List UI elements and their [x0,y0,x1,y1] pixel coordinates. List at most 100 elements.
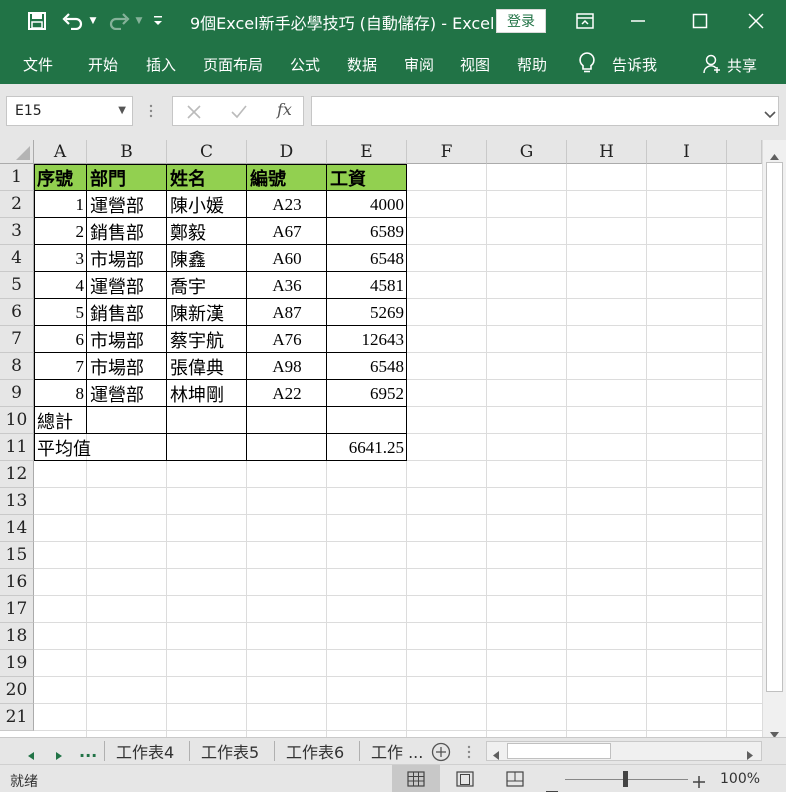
cell-e6[interactable]: 5269 [327,299,407,326]
row-header-2[interactable]: 2 [0,191,34,218]
row-header-19[interactable]: 19 [0,650,34,677]
share-button[interactable]: 共享 [727,55,757,76]
row-header-13[interactable]: 13 [0,488,34,515]
horizontal-scrollbar[interactable] [486,741,762,761]
row-header-17[interactable]: 17 [0,596,34,623]
scroll-left-icon[interactable] [492,746,500,765]
row-header-20[interactable]: 20 [0,677,34,704]
cell-b3[interactable]: 銷售部 [87,218,167,245]
cell-a3[interactable]: 2 [34,218,87,245]
maximize-icon[interactable] [686,6,714,36]
sheet-tab-6[interactable]: 工作表6 [286,739,344,763]
ribbon-display-options-icon[interactable] [572,6,598,36]
cancel-x-icon[interactable] [187,104,201,123]
column-header-f[interactable]: F [407,140,487,164]
page-break-view-icon[interactable] [506,771,524,791]
cell-a11-average-label[interactable]: 平均值 [34,434,167,461]
undo-dropdown-icon[interactable]: ▼ [88,6,98,36]
cell-d4[interactable]: A60 [247,245,327,272]
cell-d2[interactable]: A23 [247,191,327,218]
column-header-c[interactable]: C [167,140,247,164]
cell-b4[interactable]: 市場部 [87,245,167,272]
cell-b8[interactable]: 市場部 [87,353,167,380]
column-header-j[interactable] [727,140,762,164]
cell-a7[interactable]: 6 [34,326,87,353]
column-header-b[interactable]: B [87,140,167,164]
worksheet-grid[interactable]: A B C D E F G H I 1 2 3 4 5 6 7 8 9 10 1… [0,140,762,737]
tell-me-search[interactable]: 告诉我 [612,54,657,75]
row-header-15[interactable]: 15 [0,542,34,569]
tab-insert[interactable]: 插入 [146,54,176,75]
vertical-scrollbar[interactable] [762,140,786,738]
cell-a10-total-label[interactable]: 總計 [34,407,87,434]
header-cell-name[interactable]: 姓名 [167,164,247,191]
expand-formula-bar-icon[interactable] [764,105,776,124]
cell-c5[interactable]: 喬宇 [167,272,247,299]
add-sheet-icon[interactable] [431,742,451,766]
cell-a6[interactable]: 5 [34,299,87,326]
scroll-right-icon[interactable] [746,746,754,765]
tab-help[interactable]: 帮助 [517,54,547,75]
tab-home[interactable]: 开始 [88,54,118,75]
row-header-21[interactable]: 21 [0,704,34,731]
header-cell-id[interactable]: 編號 [247,164,327,191]
cell-a4[interactable]: 3 [34,245,87,272]
name-box[interactable]: E15 ▼ [6,96,133,126]
undo-icon[interactable] [58,6,88,36]
save-icon[interactable] [24,6,50,36]
cell-d6[interactable]: A87 [247,299,327,326]
normal-view-button[interactable] [392,765,440,792]
cell-d7[interactable]: A76 [247,326,327,353]
zoom-in-icon[interactable] [693,773,705,792]
zoom-out-icon[interactable] [546,778,558,792]
column-header-d[interactable]: D [247,140,327,164]
cell-c3[interactable]: 鄭毅 [167,218,247,245]
formula-input[interactable] [311,96,779,126]
redo-icon[interactable] [104,6,134,36]
select-all-corner[interactable] [0,140,34,164]
row-header-7[interactable]: 7 [0,326,34,353]
horizontal-scroll-thumb[interactable] [507,743,611,759]
tab-review[interactable]: 审阅 [404,54,434,75]
sheet-tab-5[interactable]: 工作表5 [201,739,259,763]
cell-a9[interactable]: 8 [34,380,87,407]
share-person-icon[interactable] [703,54,721,78]
sheet-tab-4[interactable]: 工作表4 [116,739,174,763]
tab-split-handle-icon[interactable] [466,744,472,764]
next-sheet-icon[interactable] [55,746,63,765]
cell-c8[interactable]: 張偉典 [167,353,247,380]
cell-c4[interactable]: 陳鑫 [167,245,247,272]
cell-e2[interactable]: 4000 [327,191,407,218]
cell-e4[interactable]: 6548 [327,245,407,272]
row-header-4[interactable]: 4 [0,245,34,272]
column-header-g[interactable]: G [487,140,567,164]
column-header-a[interactable]: A [34,140,87,164]
row-header-14[interactable]: 14 [0,515,34,542]
cell-d5[interactable]: A36 [247,272,327,299]
column-header-i[interactable]: I [647,140,727,164]
insert-function-button[interactable]: fx [277,100,292,119]
row-header-18[interactable]: 18 [0,623,34,650]
row-header-1[interactable]: 1 [0,164,34,191]
cell-b6[interactable]: 銷售部 [87,299,167,326]
cell-c2[interactable]: 陳小媛 [167,191,247,218]
column-header-h[interactable]: H [567,140,647,164]
row-header-5[interactable]: 5 [0,272,34,299]
more-sheets-left[interactable]: ... [79,739,97,763]
cell-b9[interactable]: 運營部 [87,380,167,407]
row-header-8[interactable]: 8 [0,353,34,380]
cell-d8[interactable]: A98 [247,353,327,380]
row-header-3[interactable]: 3 [0,218,34,245]
customize-toolbar-icon[interactable] [150,6,166,36]
cell-c6[interactable]: 陳新漢 [167,299,247,326]
zoom-slider-thumb[interactable] [623,771,628,787]
cell-e3[interactable]: 6589 [327,218,407,245]
tab-view[interactable]: 视图 [460,54,490,75]
page-layout-view-icon[interactable] [456,771,474,791]
cell-a8[interactable]: 7 [34,353,87,380]
login-button[interactable]: 登录 [496,9,546,33]
cell-d3[interactable]: A67 [247,218,327,245]
header-cell-salary[interactable]: 工資 [327,164,407,191]
tab-data[interactable]: 数据 [347,54,377,75]
sheet-tab-truncated[interactable]: 工作 ... [371,739,425,763]
